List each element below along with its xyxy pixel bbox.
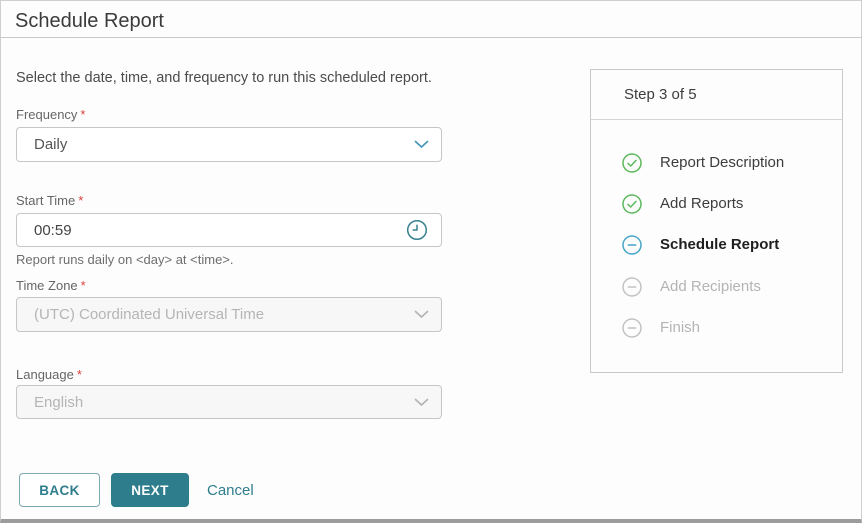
required-asterisk: * [80, 107, 86, 122]
frequency-value: Daily [34, 136, 68, 153]
wizard-step-label: Add Recipients [660, 278, 761, 295]
chevron-down-icon [414, 140, 429, 149]
wizard-step-add-recipients: Add Recipients [622, 276, 761, 297]
language-select: English [16, 385, 442, 419]
time-zone-label: Time Zone * [16, 278, 86, 293]
dash-circle-icon [622, 234, 642, 255]
schedule-report-page: Schedule Report Select the date, time, a… [0, 0, 862, 523]
start-time-helper-text: Report runs daily on <day> at <time>. [16, 252, 234, 267]
required-asterisk: * [80, 278, 86, 293]
start-time-input[interactable]: 00:59 [16, 213, 442, 247]
wizard-step-label: Schedule Report [660, 236, 780, 253]
back-button[interactable]: BACK [19, 473, 100, 507]
chevron-down-icon [414, 310, 429, 319]
time-zone-value: (UTC) Coordinated Universal Time [34, 306, 265, 323]
required-asterisk: * [76, 367, 82, 382]
next-button[interactable]: NEXT [111, 473, 189, 507]
start-time-value: 00:59 [34, 221, 72, 239]
wizard-step-counter: Step 3 of 5 [624, 86, 697, 103]
check-circle-icon [622, 193, 642, 214]
wizard-step-add-reports: Add Reports [622, 193, 743, 214]
required-asterisk: * [78, 193, 84, 208]
intro-text: Select the date, time, and frequency to … [16, 70, 432, 86]
frequency-select[interactable]: Daily [16, 127, 442, 162]
frequency-label: Frequency * [16, 107, 86, 122]
wizard-step-label: Report Description [660, 154, 785, 171]
clock-icon[interactable] [405, 218, 429, 242]
wizard-step-report-description: Report Description [622, 152, 784, 173]
wizard-step-finish: Finish [622, 317, 700, 338]
wizard-step-schedule-report: Schedule Report [622, 234, 779, 255]
language-label: Language * [16, 367, 82, 382]
language-value: English [34, 393, 84, 411]
dash-circle-icon [622, 276, 642, 297]
time-zone-select: (UTC) Coordinated Universal Time [16, 297, 442, 332]
wizard-step-label: Add Reports [660, 195, 744, 212]
cancel-link[interactable]: Cancel [207, 473, 254, 507]
wizard-header-divider [591, 119, 842, 120]
page-title: Schedule Report [15, 10, 164, 32]
start-time-label: Start Time * [16, 193, 84, 208]
chevron-down-icon [414, 398, 429, 407]
title-divider [1, 37, 861, 38]
check-circle-icon [622, 152, 642, 173]
dash-circle-icon [622, 317, 642, 338]
wizard-steps-panel: Step 3 of 5 Report Description Add Repor… [590, 69, 843, 373]
wizard-step-label: Finish [660, 319, 701, 336]
